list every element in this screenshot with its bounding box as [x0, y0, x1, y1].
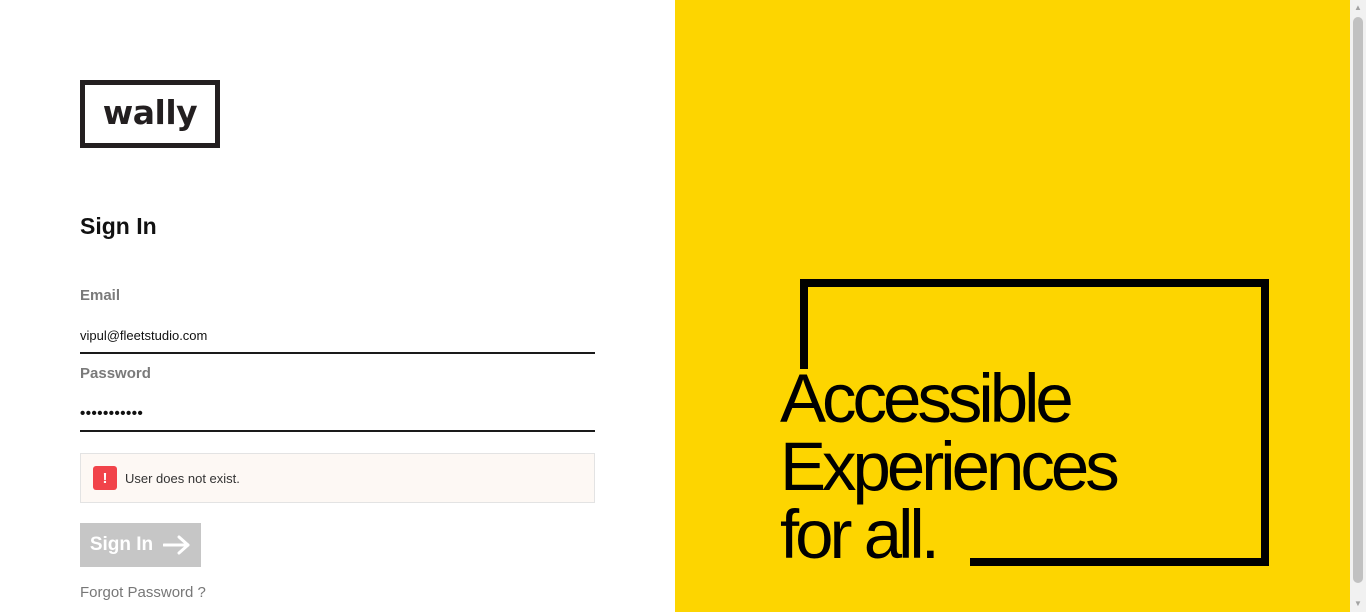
- tagline-line: Accessible: [780, 360, 1074, 437]
- scroll-down-icon[interactable]: ▼: [1350, 596, 1366, 612]
- hero-tagline: Accessible Experiences for all.: [780, 360, 1120, 573]
- logo-text: wally: [102, 92, 198, 132]
- tagline-line: for all.: [780, 496, 940, 573]
- hero-panel: Accessible Experiences for all.: [675, 0, 1350, 612]
- page-title: Sign In: [80, 213, 157, 239]
- scrollbar-thumb[interactable]: [1353, 17, 1363, 583]
- email-field[interactable]: [80, 318, 595, 354]
- scrollbar[interactable]: ▲ ▼: [1350, 0, 1366, 612]
- arrow-right-icon: [163, 535, 190, 555]
- error-alert: ! User does not exist.: [80, 453, 595, 503]
- exclamation-icon: !: [93, 466, 117, 490]
- password-field[interactable]: [80, 396, 595, 432]
- scroll-up-icon[interactable]: ▲: [1350, 0, 1366, 16]
- sign-in-button-label: Sign In: [89, 534, 154, 555]
- error-message: User does not exist.: [125, 470, 240, 486]
- tagline-line: Experiences: [780, 428, 1120, 505]
- password-label: Password: [80, 365, 151, 382]
- forgot-password-link[interactable]: Forgot Password ?: [80, 584, 206, 601]
- sign-in-panel: wally Sign In Email Password ! User does…: [0, 0, 675, 612]
- sign-in-button[interactable]: Sign In: [80, 523, 201, 567]
- email-label: Email: [80, 287, 121, 304]
- wally-logo: wally: [80, 80, 220, 148]
